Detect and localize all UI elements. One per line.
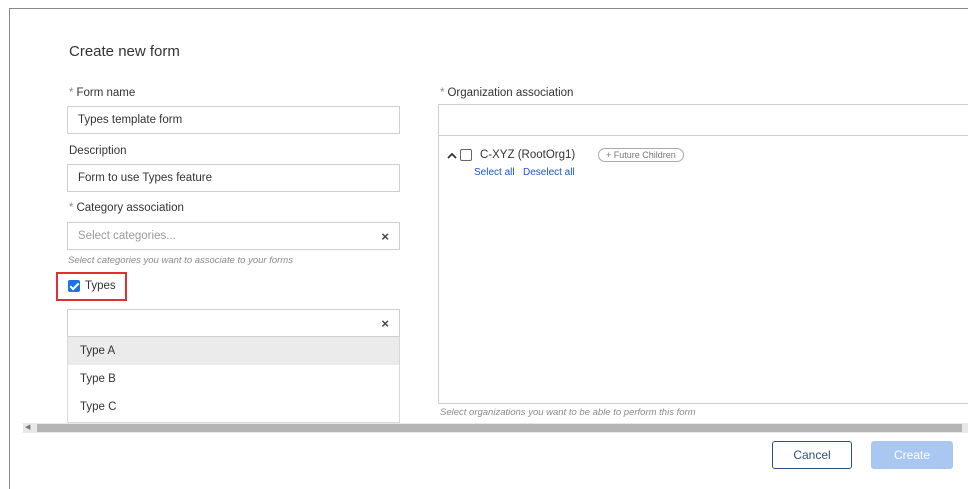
types-checkbox[interactable] [68,280,80,292]
chevron-up-icon[interactable] [446,149,458,161]
organization-panel: C-XYZ (RootOrg1) + Future Children Selec… [438,104,968,404]
dropdown-option-type-b[interactable]: Type B [68,365,399,393]
types-select[interactable]: × [67,309,400,337]
org-node-checkbox[interactable] [460,149,472,161]
description-input[interactable]: Form to use Types feature [67,164,400,192]
organization-hint: Select organizations you want to be able… [440,407,696,418]
category-label: * Category association [69,202,184,214]
dialog: Create new form * Form name Types templat… [9,8,968,489]
required-asterisk-icon: * [69,87,74,99]
scroll-left-arrow-icon[interactable]: ◀ [25,423,30,433]
category-hint: Select categories you want to associate … [68,255,293,266]
form-name-input[interactable]: Types template form [67,106,400,134]
organization-label: * Organization association [440,87,574,99]
description-label: Description [69,145,127,157]
types-dropdown: Type A Type B Type C [67,337,400,423]
required-asterisk-icon: * [440,87,445,99]
organization-search-input[interactable] [439,105,968,136]
horizontal-scrollbar[interactable]: ◀ [23,423,968,433]
form-name-label: * Form name [69,87,136,99]
dropdown-option-type-a[interactable]: Type A [68,337,399,365]
deselect-all-link[interactable]: Deselect all [523,167,575,178]
create-button[interactable]: Create [871,441,953,469]
types-checkbox-label: Types [85,280,116,292]
required-asterisk-icon: * [69,202,74,214]
future-children-toggle[interactable]: + Future Children [598,148,684,162]
close-icon[interactable]: × [381,223,389,251]
dialog-title: Create new form [69,43,180,60]
dropdown-option-type-c[interactable]: Type C [68,393,399,421]
close-icon[interactable]: × [381,310,389,338]
cancel-button[interactable]: Cancel [772,441,852,469]
select-all-link[interactable]: Select all [474,167,515,178]
scrollbar-thumb[interactable] [37,424,962,432]
org-node-label: C-XYZ (RootOrg1) [480,149,576,161]
category-select[interactable]: Select categories... × [67,222,400,250]
